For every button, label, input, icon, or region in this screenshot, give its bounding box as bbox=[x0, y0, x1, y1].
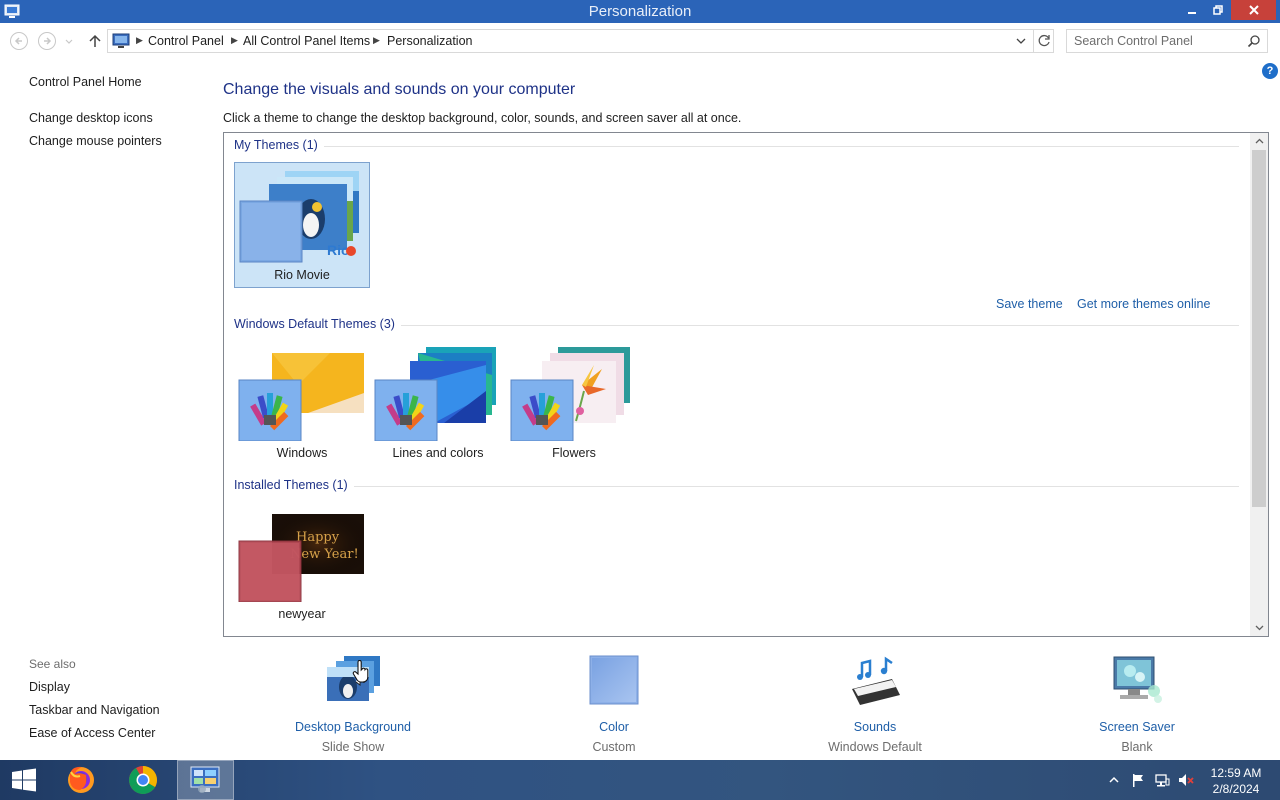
theme-rio-movie[interactable]: Rio Rio Movie bbox=[234, 162, 370, 288]
windows-theme-thumbnail bbox=[238, 353, 364, 441]
newyear-thumb-text: Happy bbox=[296, 530, 340, 545]
firefox-icon[interactable] bbox=[58, 760, 106, 800]
breadcrumb-all-items[interactable]: All Control Panel Items bbox=[243, 34, 370, 48]
rio-movie-theme-thumbnail: Rio bbox=[239, 171, 359, 263]
theme-newyear[interactable]: Happy New Year! newyear bbox=[234, 502, 370, 628]
sounds-value: Windows Default bbox=[828, 740, 922, 754]
network-icon[interactable] bbox=[1154, 772, 1170, 788]
flowers-theme-thumbnail bbox=[510, 347, 630, 441]
minimize-button[interactable] bbox=[1178, 0, 1205, 20]
breadcrumb-separator-icon[interactable]: ▶ bbox=[136, 35, 143, 46]
back-button[interactable] bbox=[9, 31, 29, 51]
ease-of-access-link[interactable]: Ease of Access Center bbox=[29, 726, 155, 740]
group-divider bbox=[234, 486, 1239, 487]
see-also-heading: See also bbox=[29, 657, 76, 671]
change-desktop-icons-link[interactable]: Change desktop icons bbox=[29, 111, 153, 125]
help-icon[interactable]: ? bbox=[1262, 63, 1278, 79]
scrollbar-thumb[interactable] bbox=[1252, 150, 1266, 507]
hand-cursor-icon bbox=[352, 660, 369, 683]
theme-windows[interactable]: Windows bbox=[234, 341, 370, 467]
lines-and-colors-theme-thumbnail bbox=[374, 347, 496, 441]
desktop-background-value: Slide Show bbox=[321, 740, 385, 754]
page-title: Change the visuals and sounds on your co… bbox=[223, 81, 576, 98]
close-icon bbox=[1248, 5, 1259, 15]
save-theme-link[interactable]: Save theme bbox=[996, 297, 1063, 311]
themes-list[interactable]: My Themes (1) Rio Rio Movie Save theme G… bbox=[223, 132, 1269, 637]
breadcrumb-personalization[interactable]: Personalization bbox=[387, 34, 472, 48]
control-panel-home-link[interactable]: Control Panel Home bbox=[29, 75, 142, 89]
group-divider bbox=[234, 146, 1239, 147]
title-bar: Personalization bbox=[0, 0, 1280, 23]
breadcrumb-separator-icon[interactable]: ▶ bbox=[231, 35, 238, 46]
clock-date: 2/8/2024 bbox=[1212, 782, 1260, 796]
address-dropdown-icon[interactable] bbox=[1014, 34, 1028, 48]
screen-saver-setting[interactable]: Screen Saver Blank bbox=[1052, 655, 1222, 754]
refresh-button[interactable] bbox=[1033, 30, 1054, 52]
sounds-link[interactable]: Sounds bbox=[790, 720, 960, 734]
control-panel-icon bbox=[112, 33, 130, 48]
search-icon[interactable] bbox=[1247, 34, 1261, 48]
color-value: Custom bbox=[592, 740, 636, 754]
display-link[interactable]: Display bbox=[29, 680, 70, 694]
clock-time: 12:59 AM bbox=[1210, 766, 1262, 780]
forward-button[interactable] bbox=[37, 31, 57, 51]
taskbar-navigation-link[interactable]: Taskbar and Navigation bbox=[29, 703, 160, 717]
up-button[interactable] bbox=[85, 31, 105, 51]
volume-muted-icon[interactable] bbox=[1178, 772, 1194, 788]
firefox-taskbar-button[interactable] bbox=[58, 760, 106, 800]
theme-label: Windows bbox=[276, 446, 328, 460]
newyear-theme-thumbnail: Happy New Year! bbox=[238, 514, 364, 602]
sounds-setting[interactable]: Sounds Windows Default bbox=[790, 655, 960, 754]
theme-lines-and-colors[interactable]: Lines and colors bbox=[370, 341, 506, 467]
theme-label: newyear bbox=[278, 607, 326, 621]
breadcrumb-control-panel[interactable]: Control Panel bbox=[148, 34, 224, 48]
search-box[interactable] bbox=[1066, 29, 1268, 53]
control-panel-icon[interactable] bbox=[178, 761, 233, 799]
color-setting[interactable]: Color Custom bbox=[529, 655, 699, 754]
themes-scrollbar[interactable] bbox=[1250, 133, 1268, 636]
control-panel-taskbar-button[interactable] bbox=[177, 760, 234, 800]
get-more-themes-link[interactable]: Get more themes online bbox=[1077, 297, 1210, 311]
breadcrumb-separator-icon[interactable]: ▶ bbox=[373, 35, 380, 46]
restore-button[interactable] bbox=[1205, 0, 1231, 20]
chrome-taskbar-button[interactable] bbox=[119, 760, 167, 800]
windows-start-icon[interactable] bbox=[0, 760, 48, 800]
screen-saver-link[interactable]: Screen Saver bbox=[1052, 720, 1222, 734]
sounds-icon[interactable] bbox=[846, 655, 904, 707]
address-bar[interactable]: ▶ Control Panel ▶ All Control Panel Item… bbox=[107, 29, 1054, 53]
screen-saver-value: Blank bbox=[1121, 740, 1153, 754]
page-description: Click a theme to change the desktop back… bbox=[223, 111, 742, 125]
start-button[interactable] bbox=[0, 760, 48, 800]
action-center-flag-icon[interactable] bbox=[1130, 772, 1146, 788]
change-mouse-pointers-link[interactable]: Change mouse pointers bbox=[29, 134, 162, 148]
color-link[interactable]: Color bbox=[529, 720, 699, 734]
search-input[interactable] bbox=[1067, 30, 1242, 52]
desktop-background-link[interactable]: Desktop Background bbox=[268, 720, 438, 734]
color-swatch-icon[interactable] bbox=[585, 655, 643, 707]
close-button[interactable] bbox=[1231, 0, 1276, 20]
taskbar: 12:59 AM 2/8/2024 bbox=[0, 760, 1280, 800]
windows-default-themes-label: Windows Default Themes (3) bbox=[234, 317, 401, 331]
theme-label: Flowers bbox=[552, 446, 596, 460]
taskbar-clock[interactable]: 12:59 AM 2/8/2024 bbox=[1205, 765, 1267, 797]
screen-saver-icon[interactable] bbox=[1108, 655, 1166, 707]
refresh-icon bbox=[1038, 34, 1050, 47]
chrome-icon[interactable] bbox=[119, 760, 167, 800]
theme-flowers[interactable]: Flowers bbox=[506, 341, 642, 467]
theme-label: Lines and colors bbox=[392, 446, 484, 460]
recent-locations-chevron-icon[interactable] bbox=[63, 31, 75, 51]
window-title: Personalization bbox=[588, 3, 692, 20]
my-themes-group-label: My Themes (1) bbox=[234, 138, 324, 152]
installed-themes-label: Installed Themes (1) bbox=[234, 478, 354, 492]
scroll-down-arrow-icon[interactable] bbox=[1254, 622, 1265, 633]
show-hidden-icons-chevron-icon[interactable] bbox=[1106, 772, 1122, 788]
theme-label: Rio Movie bbox=[274, 268, 330, 282]
navigation-bar: ▶ Control Panel ▶ All Control Panel Item… bbox=[0, 23, 1280, 59]
scroll-up-arrow-icon[interactable] bbox=[1254, 136, 1265, 147]
